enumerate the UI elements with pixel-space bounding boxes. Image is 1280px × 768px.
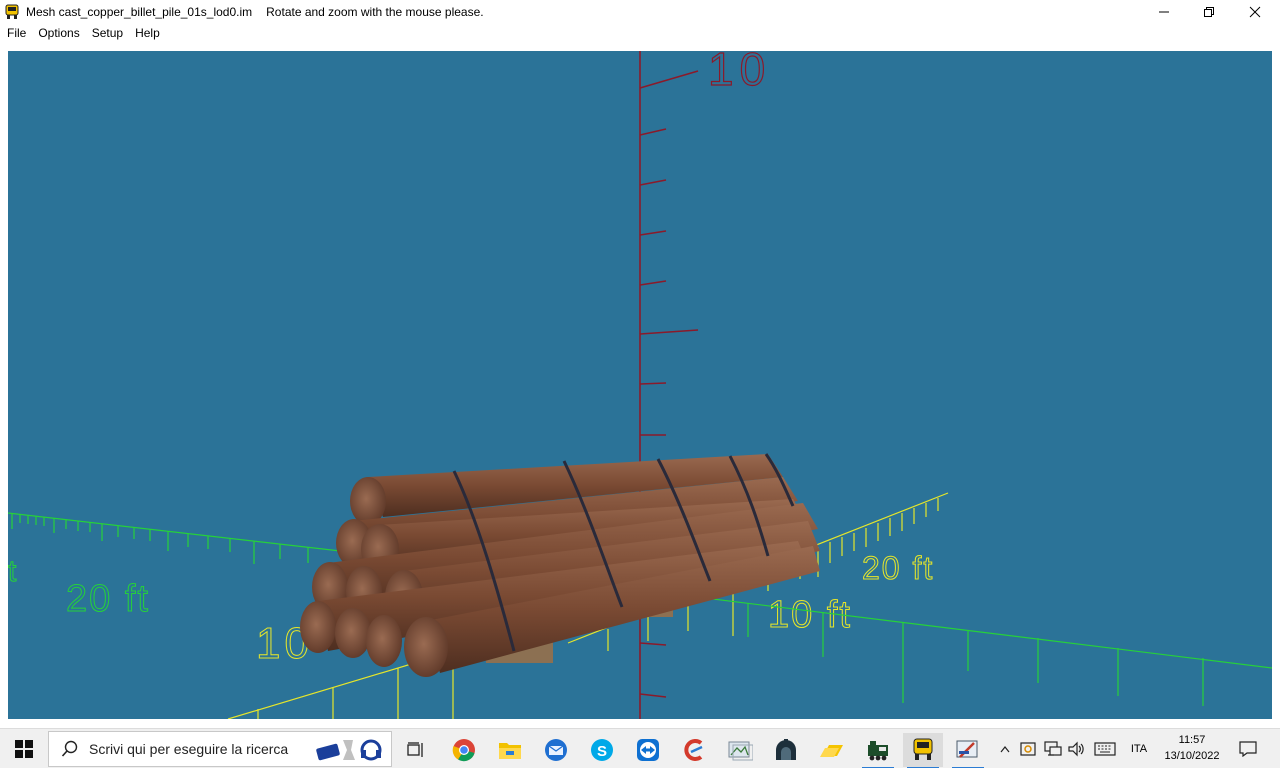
- photo-viewer-icon: [728, 741, 753, 761]
- taskbar-thunderbird[interactable]: [536, 733, 576, 767]
- billet-top-end: [350, 477, 386, 525]
- billet-bottom-1-end: [300, 601, 336, 653]
- tray-clock[interactable]: 11:57 13/10/2022: [1156, 732, 1228, 766]
- vertical-axis-label: 10: [708, 51, 771, 95]
- right-green-ruler: [647, 590, 1272, 706]
- close-icon: [1249, 6, 1261, 17]
- chevron-up-icon: [1000, 746, 1010, 753]
- clock-date: 13/10/2022: [1164, 750, 1220, 762]
- tray-chevron[interactable]: [996, 729, 1014, 768]
- search-placeholder: Scrivi qui per eseguire la ricerca: [89, 741, 289, 757]
- search-highlight-icon: [316, 739, 382, 761]
- start-button[interactable]: [0, 729, 48, 768]
- taskbar-mesh-viewer[interactable]: [903, 733, 943, 768]
- vertical-axis: [639, 51, 699, 719]
- menu-options[interactable]: Options: [32, 23, 85, 43]
- menu-help[interactable]: Help: [129, 23, 166, 43]
- app-window: Mesh cast_copper_billet_pile_01s_lod0.im…: [0, 0, 1280, 768]
- tray-language[interactable]: ITA: [1124, 729, 1154, 768]
- taskbar: Scrivi qui per eseguire la ricerca S ITA…: [0, 728, 1280, 768]
- taskbar-skype[interactable]: S: [582, 733, 622, 767]
- folder-yellow-icon: [820, 745, 843, 757]
- billet-bottom-3-end: [366, 615, 402, 667]
- thunderbird-icon: [545, 739, 567, 761]
- copper-billet-pile: [300, 453, 820, 677]
- svg-text:S: S: [597, 743, 607, 760]
- clock-time: 11:57: [1178, 734, 1206, 746]
- notification-icon: [1239, 741, 1257, 757]
- app-icon: [5, 4, 19, 19]
- restore-button[interactable]: [1186, 0, 1232, 23]
- taskbar-folder-yellow[interactable]: [812, 733, 852, 767]
- editor-icon: [956, 740, 978, 758]
- tray-network[interactable]: [1042, 729, 1064, 768]
- sync-icon: [1020, 742, 1036, 756]
- minimize-icon: [1159, 11, 1169, 12]
- teamviewer-icon: [637, 739, 659, 761]
- keyboard-icon: [1094, 742, 1116, 756]
- taskbar-photo-viewer[interactable]: [720, 733, 760, 767]
- taskbar-editor[interactable]: [948, 733, 988, 768]
- taskbar-station[interactable]: [766, 733, 806, 767]
- taskbar-ccleaner[interactable]: [674, 733, 714, 767]
- mesh-viewer-icon: [913, 738, 933, 760]
- taskbar-chrome[interactable]: [444, 733, 484, 767]
- menu-setup[interactable]: Setup: [86, 23, 129, 43]
- train-icon: [868, 741, 888, 761]
- tray-volume[interactable]: [1066, 729, 1088, 768]
- tray-keyboard[interactable]: [1092, 729, 1118, 768]
- menu-file[interactable]: File: [1, 23, 32, 43]
- tray-sync[interactable]: [1018, 729, 1038, 768]
- billet-bottom-2-end: [335, 608, 371, 658]
- network-icon: [1044, 741, 1062, 756]
- title-bar[interactable]: Mesh cast_copper_billet_pile_01s_lod0.im…: [0, 0, 1280, 23]
- search-icon: [61, 740, 78, 757]
- window-title: Mesh cast_copper_billet_pile_01s_lod0.im: [26, 4, 253, 19]
- minimize-button[interactable]: [1141, 0, 1187, 23]
- taskbar-train[interactable]: [858, 733, 898, 768]
- station-icon: [776, 739, 796, 760]
- taskbar-file-explorer[interactable]: [490, 733, 530, 767]
- task-view-button[interactable]: [396, 733, 436, 767]
- windows-icon: [15, 740, 33, 758]
- mesh-viewport[interactable]: 10 20 ft t 10 20 ft 10 ft: [8, 51, 1272, 719]
- left-edge-label: t: [8, 555, 17, 588]
- close-button[interactable]: [1232, 0, 1278, 23]
- scene-canvas: 10 20 ft t 10 20 ft 10 ft: [8, 51, 1272, 719]
- taskbar-teamviewer[interactable]: [628, 733, 668, 767]
- search-input[interactable]: Scrivi qui per eseguire la ricerca: [48, 731, 392, 767]
- window-hint: Rotate and zoom with the mouse please.: [266, 4, 484, 19]
- right-far-label: 20 ft: [862, 550, 934, 586]
- notification-button[interactable]: [1234, 729, 1262, 768]
- menu-bar: File Options Setup Help: [0, 23, 1280, 43]
- left-far-label: 20 ft: [66, 578, 150, 620]
- file-explorer-icon: [499, 743, 521, 759]
- restore-icon: [1204, 6, 1214, 17]
- skype-icon: S: [591, 739, 613, 761]
- billet-bottom-4-end: [404, 617, 448, 677]
- ccleaner-icon: [684, 739, 703, 761]
- chrome-icon: [452, 739, 475, 762]
- task-view-icon: [407, 742, 423, 757]
- volume-icon: [1068, 741, 1084, 757]
